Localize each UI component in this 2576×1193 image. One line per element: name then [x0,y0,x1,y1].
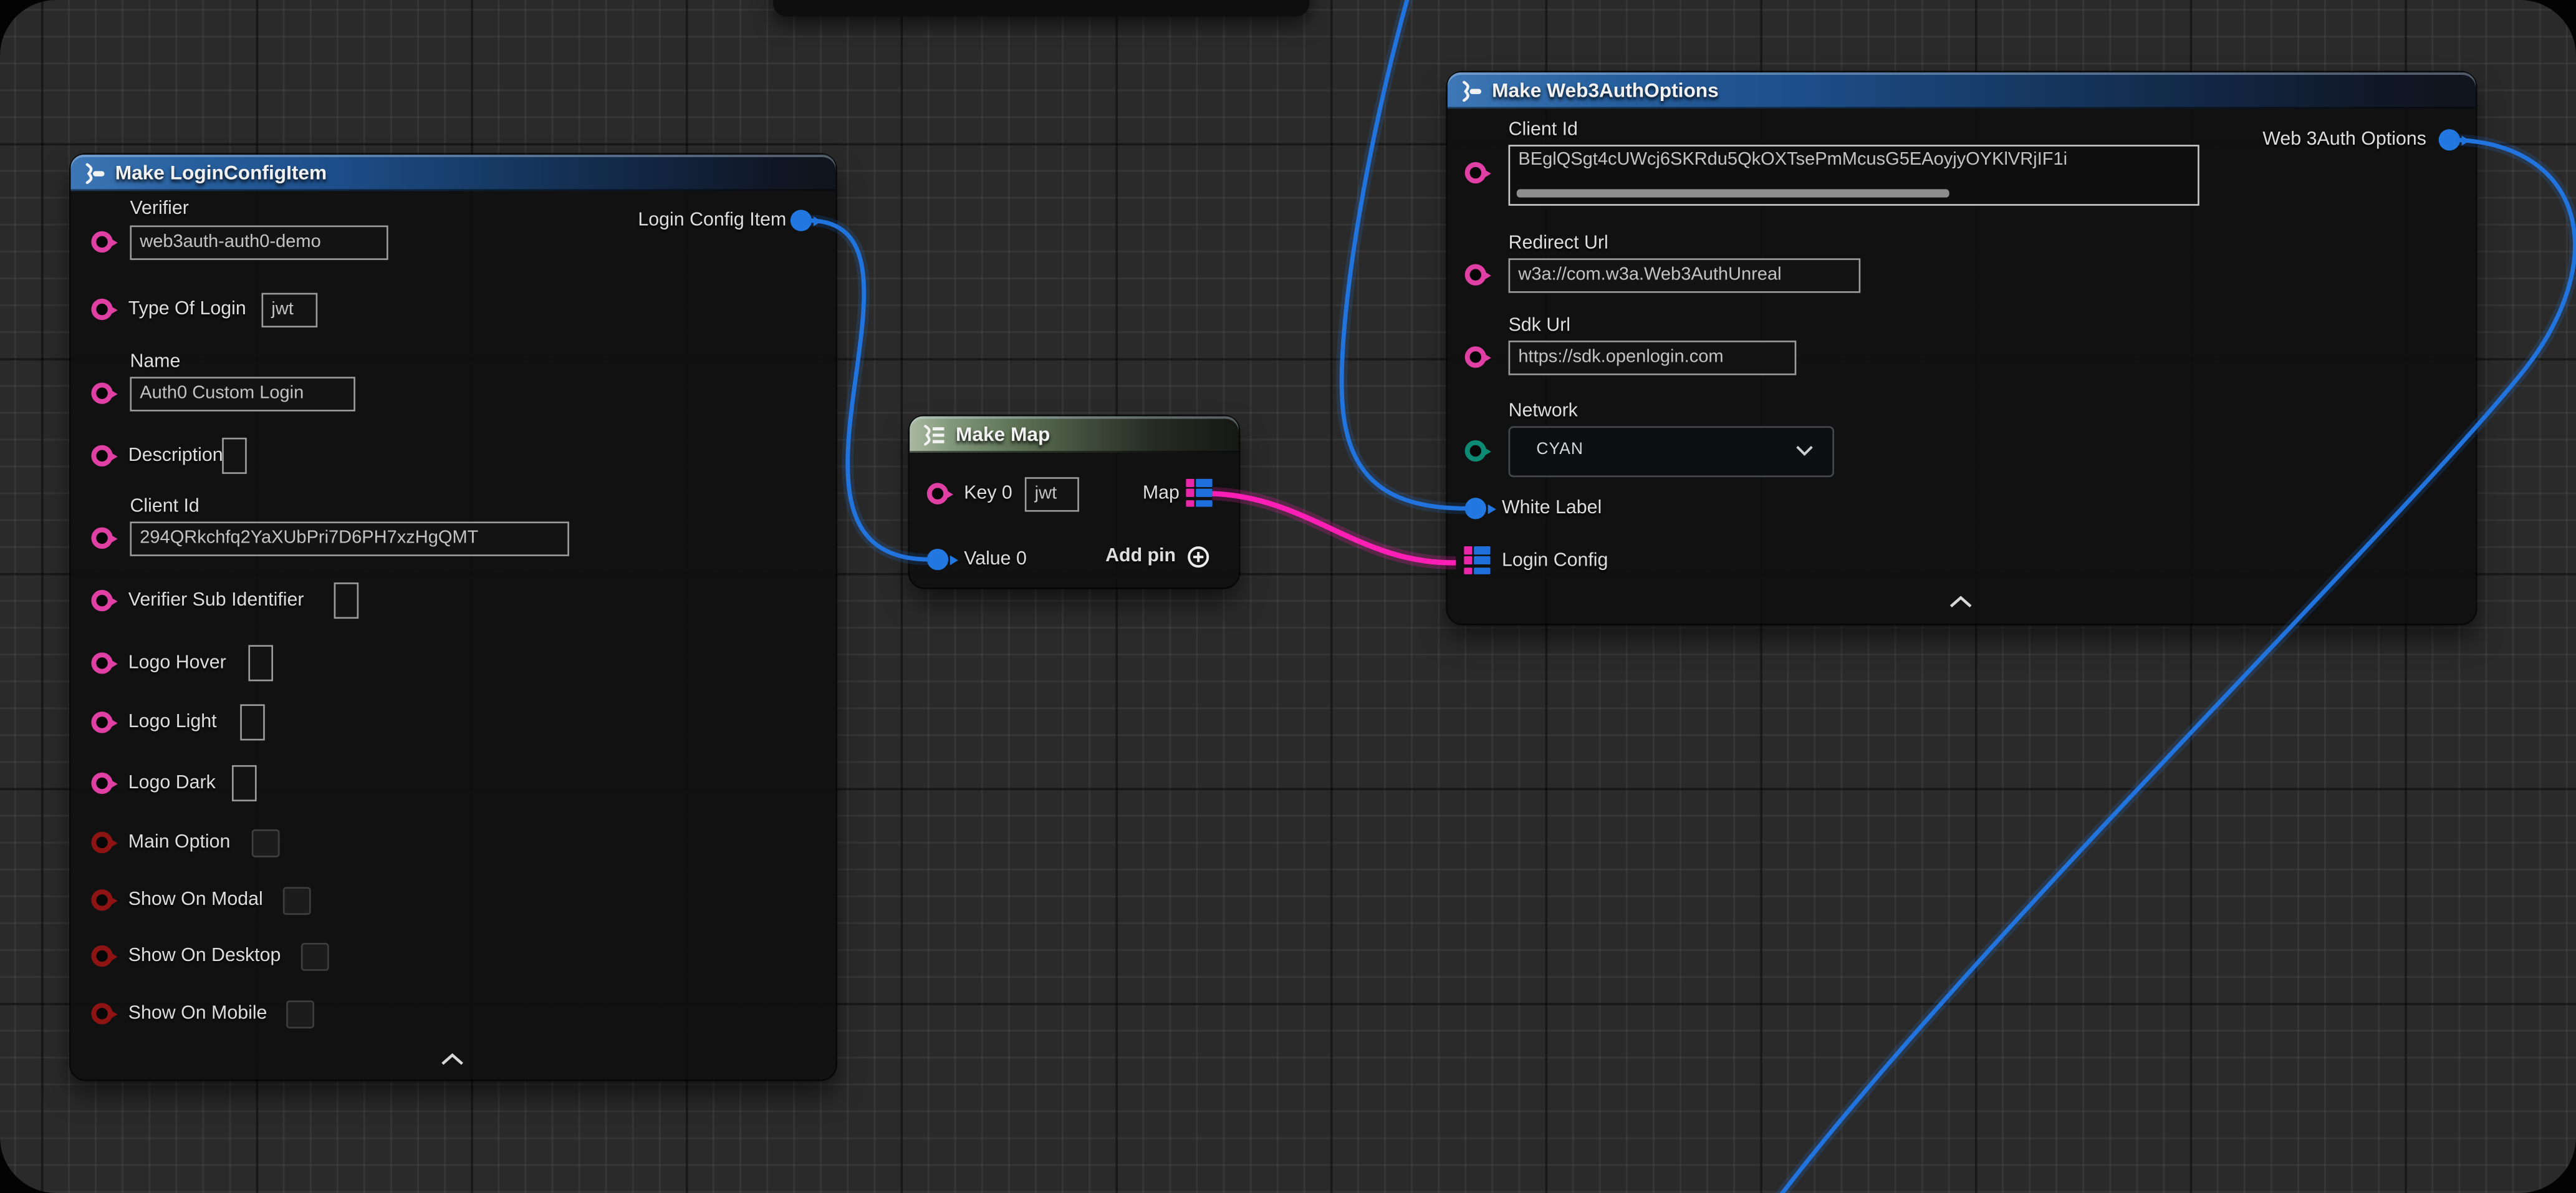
show-on-mobile-checkbox[interactable] [286,1000,314,1028]
verifier-sub-identifier-field[interactable] [334,582,359,619]
white-label-pin[interactable] [1465,498,1486,519]
pin-label: Client Id [130,495,199,520]
client-id-pin[interactable] [91,528,112,549]
verifier-pin[interactable] [91,231,112,253]
pin-label: Sdk Url [1509,314,1570,339]
pin-label: White Label [1502,497,1602,522]
pin-label: Show On Mobile [128,1002,267,1027]
pin-label: Value 0 [964,548,1027,573]
network-value: CYAN [1536,441,1584,459]
logo-hover-pin[interactable] [91,652,112,674]
show-on-desktop-pin[interactable] [91,945,112,967]
node-header[interactable]: Make Web3AuthOptions [1448,72,2476,109]
pin-label: Login Config [1502,549,1608,574]
node-make-loginconfigitem[interactable]: Make LoginConfigItem Login Config Item V… [70,155,835,1079]
node-title: Make Map [956,423,1050,446]
value-0-pin[interactable] [927,549,948,570]
wire-map-to-login-config[interactable] [1213,494,1456,563]
name-pin[interactable] [91,382,112,403]
type-of-login-pin[interactable] [91,299,112,320]
add-pin-button[interactable]: Add pin [1105,544,1176,569]
pin-label: Main Option [128,831,231,856]
map-output-pin[interactable] [1186,479,1212,508]
logo-light-pin[interactable] [91,712,112,733]
pin-label: Show On Modal [128,889,263,914]
key-0-field[interactable]: jwt [1025,477,1079,511]
chevron-down-icon [1796,446,1812,456]
verifier-field[interactable]: web3auth-auth0-demo [130,225,388,259]
verifier-sub-identifier-pin[interactable] [91,590,112,611]
pin-label: Logo Dark [128,771,216,796]
node-title: Make LoginConfigItem [115,162,327,185]
make-struct-icon [1459,80,1482,101]
redirect-url-field[interactable]: w3a://com.w3a.Web3AuthUnreal [1509,258,1861,292]
output-pin-label: Login Config Item [638,209,786,234]
key-0-pin[interactable] [927,483,948,504]
node-title: Make Web3AuthOptions [1492,79,1719,102]
window: Make LoginConfigItem Login Config Item V… [0,0,2576,1192]
main-option-checkbox[interactable] [252,829,280,857]
pin-label: Logo Hover [128,652,226,677]
pin-label: Client Id [1509,118,1578,143]
web3auth-options-output-pin[interactable] [2439,129,2460,150]
client-id-field[interactable]: BEglQSgt4cUWcj6SKRdu5QkOXTsePmMcusG5EAoy… [1509,145,2199,206]
pin-label: Description [128,444,223,469]
description-field[interactable] [222,438,247,474]
add-pin-icon[interactable] [1186,544,1211,569]
logo-hover-field[interactable] [248,645,273,681]
pin-label: Redirect Url [1509,232,1608,257]
wire-glow [1213,494,1456,563]
blueprint-graph-canvas[interactable]: Make LoginConfigItem Login Config Item V… [0,0,2576,1193]
pin-label: Type Of Login [128,298,246,323]
show-on-modal-checkbox[interactable] [283,887,311,915]
redirect-url-pin[interactable] [1465,264,1486,285]
node-header[interactable]: Make LoginConfigItem [70,155,835,191]
pin-label: Name [130,350,180,375]
description-pin[interactable] [91,445,112,466]
collapse-node-button[interactable] [441,1045,464,1074]
chevron-up-icon [1949,596,1973,609]
main-option-pin[interactable] [91,832,112,853]
node-header[interactable]: Make Map [910,417,1239,453]
pin-label: Map [1143,482,1180,507]
client-id-text: BEglQSgt4cUWcj6SKRdu5QkOXTsePmMcusG5EAoy… [1518,150,2193,170]
node-make-map[interactable]: Make Map Key 0 jwt Map Value 0 Add pin [910,417,1239,587]
offscreen-node-edge [773,0,1309,16]
client-id-scrollbar[interactable] [1517,189,1949,197]
pin-label: Network [1509,400,1578,425]
show-on-mobile-pin[interactable] [91,1003,112,1024]
client-id-pin[interactable] [1465,162,1486,183]
make-map-icon [921,423,946,445]
node-make-web3authoptions[interactable]: Make Web3AuthOptions Web 3Auth Options C… [1448,72,2476,624]
output-pin-label: Web 3Auth Options [2262,128,2426,153]
name-field[interactable]: Auth0 Custom Login [130,377,355,411]
pin-label: Verifier Sub Identifier [128,589,304,614]
network-dropdown[interactable]: CYAN [1509,426,1834,477]
sdk-url-field[interactable]: https://sdk.openlogin.com [1509,341,1797,375]
make-struct-icon [82,162,105,183]
pin-label: Key 0 [964,482,1012,507]
logo-light-field[interactable] [240,704,265,740]
pin-label: Logo Light [128,711,217,736]
chevron-up-icon [441,1053,464,1066]
login-config-pin[interactable] [1464,546,1490,575]
client-id-field[interactable]: 294QRkchfq2YaXUbPri7D6PH7xzHgQMT [130,521,569,556]
sdk-url-pin[interactable] [1465,346,1486,367]
logo-dark-pin[interactable] [91,773,112,794]
show-on-modal-pin[interactable] [91,889,112,910]
login-config-item-output-pin[interactable] [791,210,812,231]
pin-label: Show On Desktop [128,945,281,970]
pin-label: Verifier [130,198,188,223]
collapse-node-button[interactable] [1949,587,1973,617]
type-of-login-field[interactable]: jwt [262,293,318,327]
network-pin[interactable] [1465,440,1486,461]
logo-dark-field[interactable] [232,765,257,801]
show-on-desktop-checkbox[interactable] [301,943,329,971]
